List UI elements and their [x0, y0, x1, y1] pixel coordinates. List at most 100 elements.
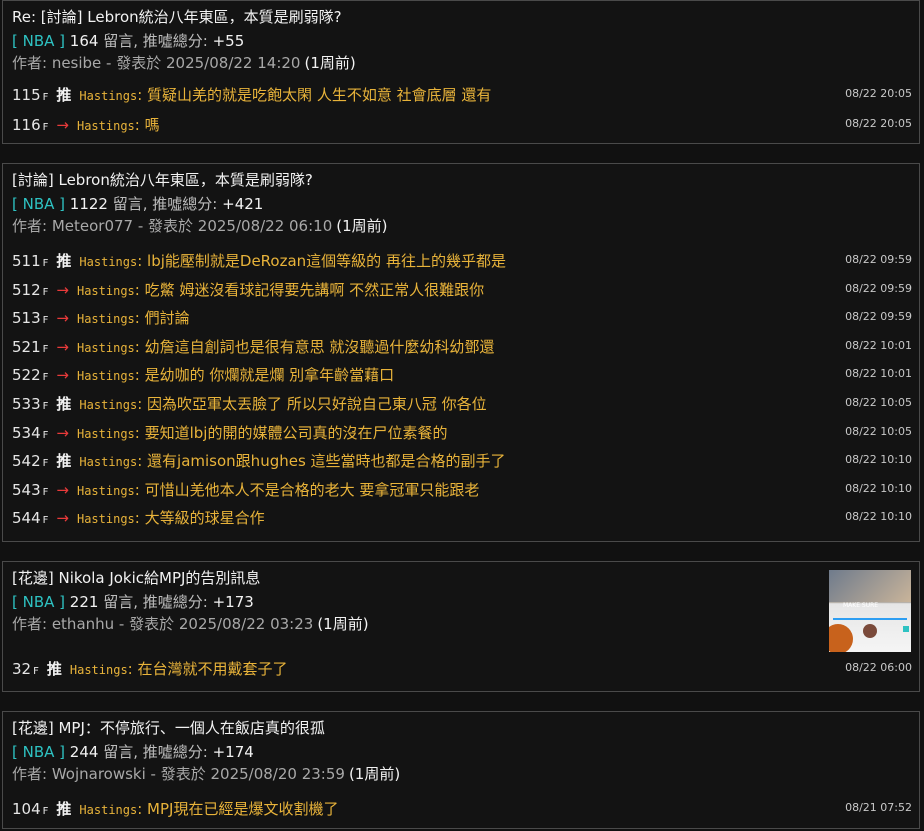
comment-floor: 543 F	[12, 480, 49, 499]
comment-text: MPJ現在已經是爆文收割機了	[147, 800, 339, 818]
post-author: 作者: ethanhu - 發表於 2025/08/22 03:23 (1周前)	[12, 613, 369, 634]
comment-time: 08/22 10:05	[845, 424, 912, 438]
thumbnail-caption: MAKE SURE	[843, 602, 879, 609]
comment-floor: 542 F	[12, 452, 49, 471]
board-tag[interactable]: [ NBA ]	[12, 32, 65, 50]
score: +421	[222, 195, 264, 213]
comment-row[interactable]: 116 F → Hastings: 嗎 08/22 20:05	[12, 114, 914, 138]
comment-user[interactable]: Hastings	[77, 369, 135, 383]
comment-user[interactable]: Hastings	[77, 119, 135, 133]
comment-floor: 533 F	[12, 395, 49, 413]
comment-floor: 512 F	[12, 280, 49, 299]
score: +55	[212, 32, 245, 50]
comment-text: 嗎	[144, 116, 160, 134]
comment-user[interactable]: Hastings	[77, 284, 135, 298]
comment-floor: 521 F	[12, 337, 49, 356]
post-card[interactable]: [花邊] MPJ：不停旅行、一個人在飯店真的很孤 [ NBA ] 244 留言,…	[2, 711, 920, 829]
count-label: 留言, 推噓總分:	[112, 195, 218, 213]
comment-count: 244	[69, 743, 99, 761]
post-title[interactable]: [花邊] MPJ：不停旅行、一個人在飯店真的很孤	[12, 717, 325, 738]
push-tag: 推	[46, 660, 62, 678]
post-meta: [ NBA ] 1122 留言, 推噓總分: +421	[12, 193, 263, 214]
post-age: (1周前)	[348, 765, 401, 783]
post-meta: [ NBA ] 244 留言, 推噓總分: +174	[12, 741, 254, 762]
comment-user[interactable]: Hastings	[77, 312, 135, 326]
post-thumbnail[interactable]: MAKE SURE	[829, 570, 911, 652]
score: +174	[212, 743, 254, 761]
comment-time: 08/21 07:52	[845, 801, 912, 814]
comment-time: 08/22 10:05	[845, 396, 912, 409]
post-age: (1周前)	[317, 615, 369, 633]
arrow-tag: →	[56, 480, 69, 499]
comment-user[interactable]: Hastings	[77, 427, 135, 441]
comment-row[interactable]: 522 F → Hastings: 是幼咖的 你爛就是爛 別拿年齡當藉口 08/22 1…	[12, 364, 914, 388]
comment-user[interactable]: Hastings	[79, 255, 137, 269]
comment-row[interactable]: 544 F → Hastings: 大等級的球星合作 08/22 10:10	[12, 507, 914, 531]
comment-user[interactable]: Hastings	[77, 484, 135, 498]
comment-user[interactable]: Hastings	[79, 398, 137, 412]
comment-time: 08/22 20:05	[845, 87, 912, 100]
author-info: 作者: nesibe - 發表於 2025/08/22 14:20	[12, 54, 301, 72]
comment-floor: 116 F	[12, 116, 49, 134]
comment-text: lbj能壓制就是DeRozan這個等級的 再往上的幾乎都是	[147, 252, 506, 270]
push-tag: 推	[56, 800, 72, 818]
count-label: 留言, 推噓總分:	[103, 593, 208, 611]
score: +173	[212, 593, 254, 611]
board-tag[interactable]: [ NBA ]	[12, 593, 65, 611]
comment-time: 08/22 10:01	[845, 338, 912, 352]
post-meta: [ NBA ] 164 留言, 推噓總分: +55	[12, 30, 244, 51]
comment-time: 08/22 20:05	[845, 117, 912, 130]
post-age: (1周前)	[304, 54, 356, 72]
post-card[interactable]: [討論] Lebron統治八年東區，本質是刷弱隊? [ NBA ] 1122 留…	[2, 163, 920, 542]
count-label: 留言, 推噓總分:	[103, 743, 208, 761]
board-tag[interactable]: [ NBA ]	[12, 743, 65, 761]
comment-text: 還有jamison跟hughes 這些當時也都是合格的副手了	[147, 452, 506, 471]
comment-user[interactable]: Hastings	[79, 455, 137, 469]
push-tag: 推	[56, 395, 72, 413]
comment-user[interactable]: Hastings	[77, 512, 135, 526]
comment-row[interactable]: 521 F → Hastings: 幼詹這自創詞也是很有意思 就沒聽過什麼幼科幼鄧還 0…	[12, 336, 914, 360]
comment-row[interactable]: 513 F → Hastings: 們討論 08/22 09:59	[12, 307, 914, 331]
board-tag[interactable]: [ NBA ]	[12, 195, 65, 213]
comment-text: 們討論	[144, 309, 190, 328]
comment-row[interactable]: 115 F 推 Hastings: 質疑山羌的就是吃飽太閑 人生不如意 社會底層 還有…	[12, 84, 914, 108]
comment-floor: 534 F	[12, 423, 49, 442]
comment-row[interactable]: 104 F 推 Hastings: MPJ現在已經是爆文收割機了 08/21 07:5…	[12, 798, 914, 822]
arrow-tag: →	[56, 337, 69, 356]
author-info: 作者: ethanhu - 發表於 2025/08/22 03:23	[12, 615, 314, 633]
post-title[interactable]: [花邊] Nikola Jokic給MPJ的告別訊息	[12, 567, 260, 588]
comment-row[interactable]: 512 F → Hastings: 吃鱉 姆迷沒看球記得要先講啊 不然正常人很難跟你 0…	[12, 279, 914, 303]
comment-time: 08/22 06:00	[845, 661, 912, 674]
comment-text: 可惜山羌他本人不是合格的老大 要拿冠軍只能跟老	[144, 480, 480, 499]
comment-row[interactable]: 543 F → Hastings: 可惜山羌他本人不是合格的老大 要拿冠軍只能跟老 08…	[12, 479, 914, 503]
comment-time: 08/22 09:59	[845, 281, 912, 295]
comment-floor: 513 F	[12, 309, 49, 328]
comment-row[interactable]: 534 F → Hastings: 要知道lbj的開的媒體公司真的沒在尸位素餐的 08/…	[12, 422, 914, 446]
comment-text: 吃鱉 姆迷沒看球記得要先講啊 不然正常人很難跟你	[144, 280, 485, 299]
comment-row[interactable]: 542 F 推 Hastings: 還有jamison跟hughes 這些當時也都是合…	[12, 450, 914, 474]
comment-row[interactable]: 511 F 推 Hastings: lbj能壓制就是DeRozan這個等級的 再往上的…	[12, 250, 914, 274]
arrow-tag: →	[56, 423, 69, 442]
comment-row[interactable]: 533 F 推 Hastings: 因為吹亞軍太丟臉了 所以只好說自己東八冠 你各位 0…	[12, 393, 914, 417]
post-title[interactable]: [討論] Lebron統治八年東區，本質是刷弱隊?	[12, 169, 313, 190]
comment-floor: 511 F	[12, 252, 49, 270]
comment-count: 1122	[69, 195, 108, 213]
comment-floor: 115 F	[12, 86, 49, 104]
comment-time: 08/22 09:59	[845, 310, 912, 324]
post-meta: [ NBA ] 221 留言, 推噓總分: +173	[12, 591, 254, 612]
post-title[interactable]: Re: [討論] Lebron統治八年東區，本質是刷弱隊?	[12, 6, 342, 27]
comment-floor: 544 F	[12, 509, 49, 528]
post-card[interactable]: [花邊] Nikola Jokic給MPJ的告別訊息 [ NBA ] 221 留…	[2, 561, 920, 692]
push-tag: 推	[56, 252, 72, 270]
comment-time: 08/22 10:10	[845, 453, 912, 467]
comment-user[interactable]: Hastings	[79, 803, 137, 817]
comment-time: 08/22 10:10	[845, 510, 912, 524]
comment-user[interactable]: Hastings	[77, 341, 135, 355]
comment-user[interactable]: Hastings	[70, 663, 128, 677]
post-card[interactable]: Re: [討論] Lebron統治八年東區，本質是刷弱隊? [ NBA ] 16…	[2, 0, 920, 144]
comment-user[interactable]: Hastings	[79, 89, 137, 103]
post-age: (1周前)	[336, 217, 388, 235]
push-tag: 推	[56, 452, 72, 471]
comment-floor: 522 F	[12, 366, 49, 385]
comment-row[interactable]: 32 F 推 Hastings: 在台灣就不用戴套子了 08/22 06:00	[12, 658, 914, 682]
